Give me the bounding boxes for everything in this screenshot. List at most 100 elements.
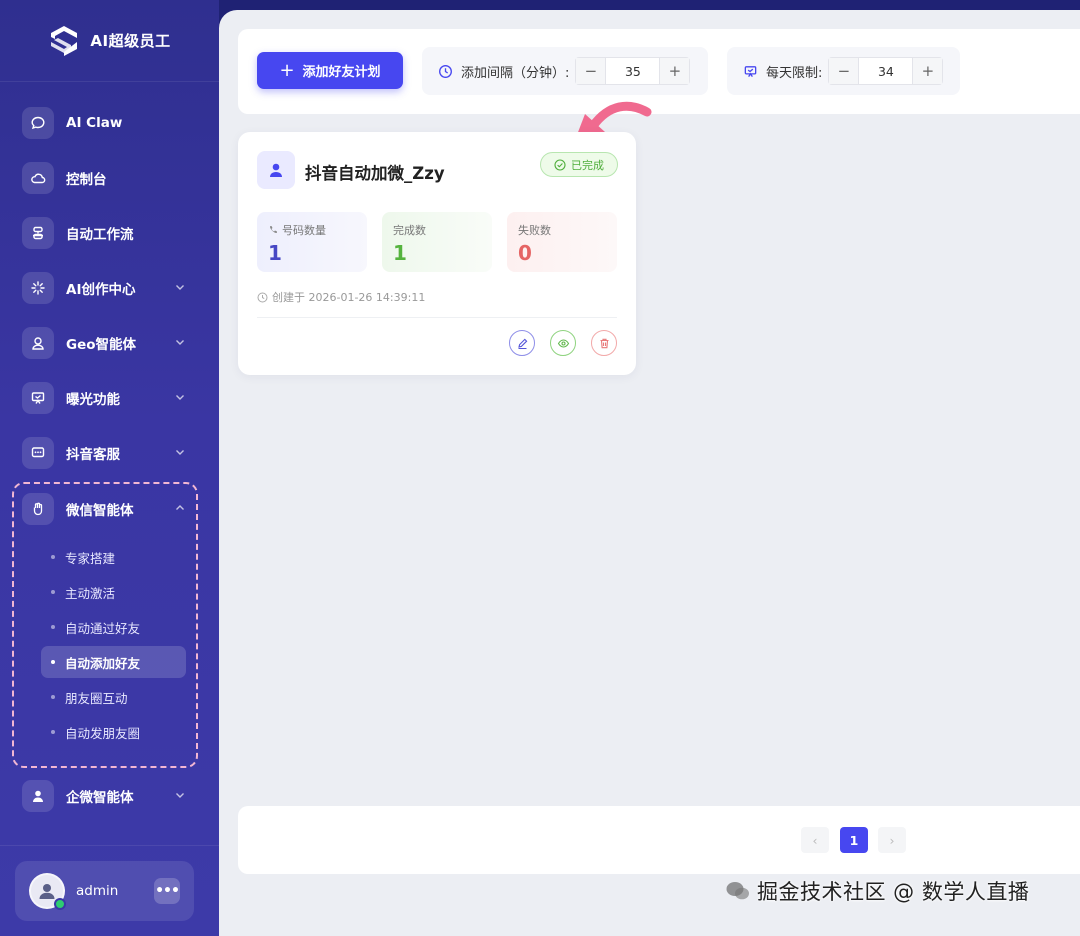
daily-limit-control: 每天限制: − 34 + — [727, 47, 960, 95]
nav-label: 抖音客服 — [66, 447, 120, 463]
avatar[interactable] — [29, 873, 66, 910]
watermark: 掘金技术社区 @ 数学人直播 — [725, 876, 1029, 906]
edit-icon — [517, 338, 527, 349]
chevron-down-icon — [176, 793, 184, 798]
chevron-down-icon — [176, 340, 184, 345]
chevron-down-icon — [176, 395, 184, 400]
trash-icon — [600, 338, 608, 348]
sub-item-moments-interaction[interactable]: 朋友圈互动 — [41, 681, 186, 713]
nav-item-douyin-service[interactable]: 抖音客服 — [14, 431, 198, 475]
plan-title: 抖音自动加微_Zzy — [305, 164, 445, 183]
daily-limit-stepper: − 34 + — [828, 57, 944, 85]
presentation-icon — [22, 382, 54, 414]
nav-label: 曝光功能 — [66, 392, 120, 408]
stat-completed-label: 完成数 — [393, 224, 426, 237]
nav-item-wechat-agent[interactable]: 微信智能体 — [14, 487, 198, 531]
bullet-dot — [51, 625, 55, 629]
interval-increment-button[interactable]: + — [660, 58, 690, 84]
status-badge: 已完成 — [540, 152, 618, 177]
pagination-bar: ‹ 1 › — [238, 806, 1080, 874]
chevron-up-icon — [176, 505, 184, 510]
cloud-icon — [22, 162, 54, 194]
created-time: 创建于 2026-01-26 14:39:11 — [257, 289, 425, 305]
plus-icon: + — [279, 59, 295, 81]
user-card[interactable]: admin ••• — [15, 861, 194, 921]
sub-item-auto-accept-friends[interactable]: 自动通过好友 — [41, 611, 186, 643]
add-friend-plan-label: 添加好友计划 — [302, 65, 381, 80]
daily-limit-increment-button[interactable]: + — [913, 58, 943, 84]
sub-item-auto-post-moments[interactable]: 自动发朋友圈 — [41, 716, 186, 748]
page-1-button[interactable]: 1 — [840, 827, 868, 853]
sub-item-label: 自动添加好友 — [65, 655, 141, 671]
nav-item-wecom-agent[interactable]: 企微智能体 — [14, 774, 198, 818]
stat-numbers-label: 号码数量 — [268, 222, 326, 238]
interval-control: 添加间隔（分钟）: − 35 + — [422, 47, 708, 95]
chevron-down-icon — [176, 450, 184, 455]
stat-failed: 失败数 0 — [507, 212, 617, 272]
sparkle-icon — [22, 272, 54, 304]
watermark-text: 掘金技术社区 @ 数学人直播 — [757, 880, 1030, 904]
nav-label: AI创作中心 — [66, 282, 136, 298]
delete-button[interactable] — [591, 330, 617, 356]
sub-item-expert-build[interactable]: 专家搭建 — [41, 541, 186, 573]
sub-item-auto-add-friends[interactable]: 自动添加好友 — [41, 646, 186, 678]
prev-page-button[interactable]: ‹ — [801, 827, 829, 853]
check-circle-icon — [554, 158, 566, 171]
more-options-button[interactable]: ••• — [154, 878, 180, 904]
stat-numbers: 号码数量 1 — [257, 212, 367, 272]
bullet-dot — [51, 695, 55, 699]
interval-input[interactable]: 35 — [605, 58, 661, 84]
daily-limit-input[interactable]: 34 — [858, 58, 914, 84]
brand-logo-icon — [51, 25, 78, 56]
stat-completed: 完成数 1 — [382, 212, 492, 272]
sub-item-label: 专家搭建 — [65, 550, 116, 566]
nav-label: Geo智能体 — [66, 337, 137, 353]
workflow-icon — [22, 217, 54, 249]
nav-item-console[interactable]: 控制台 — [14, 156, 198, 200]
username: admin — [76, 883, 119, 899]
sub-item-label: 自动通过好友 — [65, 620, 141, 636]
next-page-button[interactable]: › — [878, 827, 906, 853]
edit-button[interactable] — [509, 330, 535, 356]
plan-card[interactable]: 抖音自动加微_Zzy 已完成 号码数量 1 完成数 1 失败数 0 创建于 20… — [238, 132, 636, 375]
view-button[interactable] — [550, 330, 576, 356]
plan-avatar — [257, 151, 295, 189]
chevron-down-icon — [176, 285, 184, 290]
card-divider — [257, 317, 617, 318]
nav-item-workflow[interactable]: 自动工作流 — [14, 211, 198, 255]
main-panel: + 添加好友计划 添加间隔（分钟）: − 35 + 每天限制: − 34 + 抖… — [219, 10, 1080, 936]
sub-item-active-activation[interactable]: 主动激活 — [41, 576, 186, 608]
hand-icon — [22, 493, 54, 525]
clock-icon — [439, 64, 452, 78]
stat-completed-value: 1 — [393, 241, 407, 265]
stat-failed-value: 0 — [518, 241, 532, 265]
bullet-dot — [51, 730, 55, 734]
nav-label: 企微智能体 — [66, 790, 134, 806]
location-icon — [22, 327, 54, 359]
add-friend-plan-button[interactable]: + 添加好友计划 — [257, 52, 403, 89]
stat-numbers-value: 1 — [268, 241, 282, 265]
nav-item-ai-creation[interactable]: AI创作中心 — [14, 266, 198, 310]
nav-label: AI Claw — [66, 115, 123, 131]
chat-bubble-icon — [22, 107, 54, 139]
user-avatar-icon — [39, 884, 55, 899]
brand[interactable]: AI超级员工 — [0, 0, 219, 82]
sub-item-label: 自动发朋友圈 — [65, 725, 141, 741]
sidebar: AI超级员工 AI Claw 控制台 自动工作流 AI创作中心 Geo智能体 曝… — [0, 0, 219, 936]
nav-label: 控制台 — [66, 172, 107, 188]
online-status-dot — [54, 898, 66, 910]
clock-icon — [257, 292, 268, 302]
created-time-text: 创建于 2026-01-26 14:39:11 — [272, 291, 426, 304]
stat-numbers-label-text: 号码数量 — [282, 224, 326, 237]
daily-limit-decrement-button[interactable]: − — [829, 58, 859, 84]
interval-decrement-button[interactable]: − — [576, 58, 606, 84]
sub-item-label: 朋友圈互动 — [65, 690, 128, 706]
person-icon — [22, 780, 54, 812]
bullet-dot — [51, 590, 55, 594]
nav-item-geo-agent[interactable]: Geo智能体 — [14, 321, 198, 365]
nav-item-ai-claw[interactable]: AI Claw — [14, 101, 198, 145]
bullet-dot — [51, 555, 55, 559]
stat-failed-label: 失败数 — [518, 224, 551, 237]
message-icon — [22, 437, 54, 469]
nav-item-exposure[interactable]: 曝光功能 — [14, 376, 198, 420]
